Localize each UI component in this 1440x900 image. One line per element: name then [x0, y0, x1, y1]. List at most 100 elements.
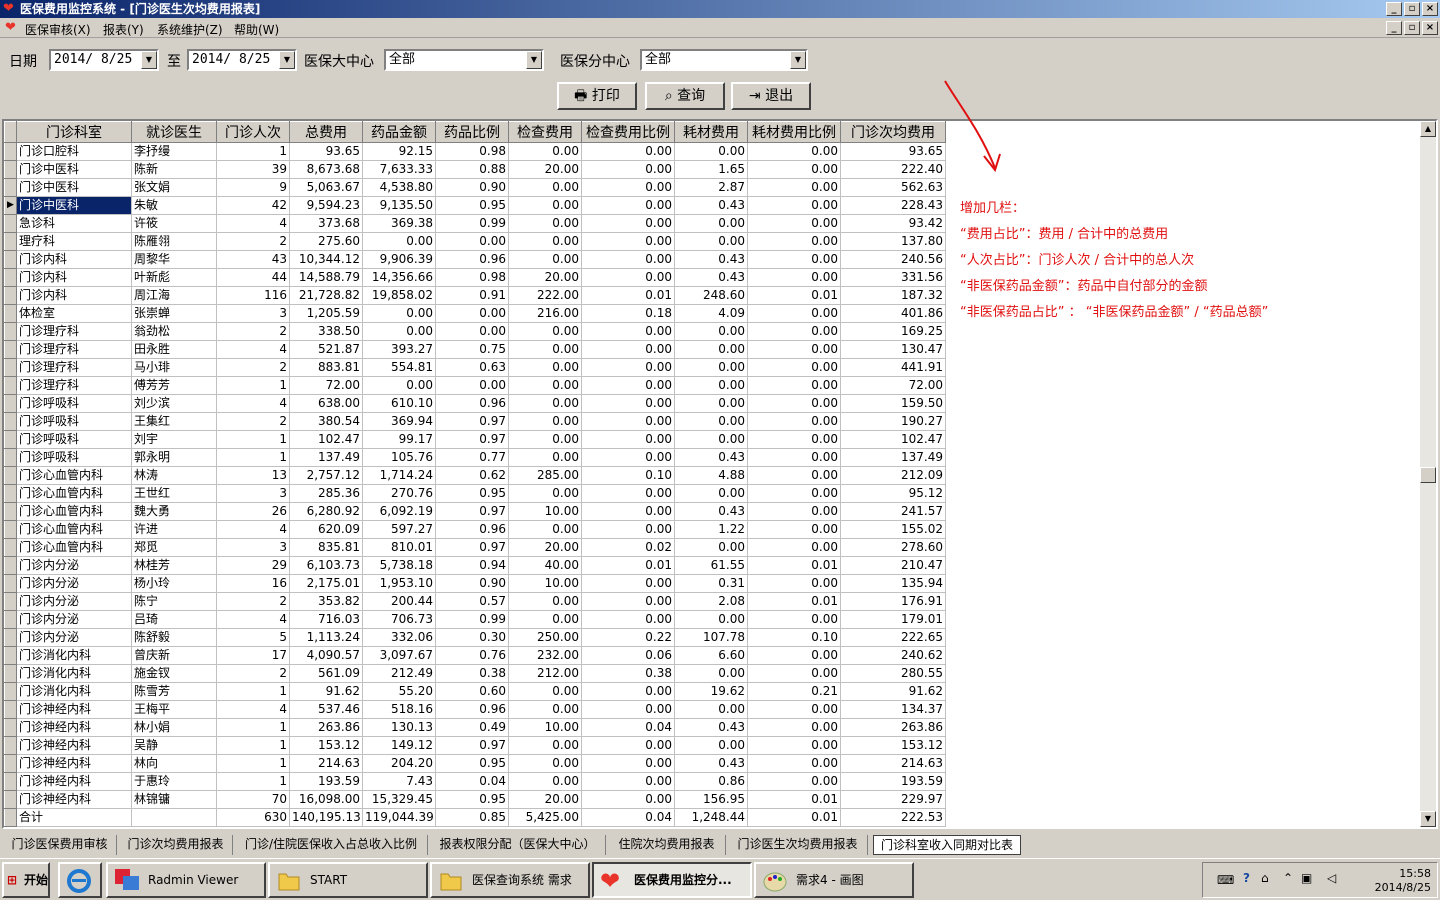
- chevron-down-icon[interactable]: ▼: [526, 51, 542, 69]
- scroll-up-icon[interactable]: ▲: [1420, 121, 1436, 137]
- table-cell[interactable]: 105.76: [362, 448, 436, 467]
- table-cell[interactable]: 0.00: [508, 412, 582, 431]
- column-header[interactable]: 药品金额: [362, 121, 436, 143]
- table-cell[interactable]: 200.44: [362, 592, 436, 611]
- child-restore-button[interactable]: ▫: [1404, 21, 1420, 35]
- table-cell[interactable]: 0.00: [747, 520, 841, 539]
- table-cell[interactable]: 0.31: [674, 574, 748, 593]
- table-cell[interactable]: 0.00: [747, 232, 841, 251]
- table-cell[interactable]: 1,248.44: [674, 808, 748, 827]
- table-cell[interactable]: 许进: [131, 520, 217, 539]
- table-cell[interactable]: 0.00: [674, 376, 748, 395]
- table-cell[interactable]: 5,063.67: [289, 178, 363, 197]
- table-cell[interactable]: 0.98: [435, 142, 509, 161]
- table-cell[interactable]: 159.50: [840, 394, 946, 413]
- table-cell[interactable]: 5,425.00: [508, 808, 582, 827]
- table-cell[interactable]: 190.27: [840, 412, 946, 431]
- table-cell[interactable]: 0.00: [581, 214, 675, 233]
- table-cell[interactable]: 2.08: [674, 592, 748, 611]
- table-cell[interactable]: 门诊内科: [16, 268, 132, 287]
- table-cell[interactable]: 61.55: [674, 556, 748, 575]
- table-cell[interactable]: 0.00: [581, 754, 675, 773]
- menu-system[interactable]: 系统维护(Z): [157, 21, 223, 38]
- table-cell[interactable]: 门诊内科: [16, 250, 132, 269]
- column-header[interactable]: 门诊次均费用: [840, 121, 946, 143]
- table-cell[interactable]: 278.60: [840, 538, 946, 557]
- table-cell[interactable]: 6,280.92: [289, 502, 363, 521]
- keyboard-icon[interactable]: ⌨: [1217, 873, 1234, 887]
- table-cell[interactable]: 门诊神经内科: [16, 718, 132, 737]
- table-row[interactable]: 门诊中医科 张文娟 9 5,063.67 4,538.80 0.90 0.00 0.00 2.8…: [4, 178, 946, 197]
- table-cell[interactable]: 门诊内分泌: [16, 628, 132, 647]
- table-cell[interactable]: 518.16: [362, 700, 436, 719]
- table-cell[interactable]: 0.00: [747, 538, 841, 557]
- table-cell[interactable]: 204.20: [362, 754, 436, 773]
- table-row[interactable]: 门诊神经内科 林小娟 1 263.86 130.13 0.49 10.00 0.04 0.43 0…: [4, 718, 946, 737]
- table-cell[interactable]: 222.00: [508, 286, 582, 305]
- table-cell[interactable]: 0.00: [581, 682, 675, 701]
- tab-inpatient-avg[interactable]: 住院次均费用报表: [608, 835, 726, 855]
- table-cell[interactable]: 1: [216, 754, 290, 773]
- table-cell[interactable]: 0.30: [435, 628, 509, 647]
- table-cell[interactable]: 9,135.50: [362, 196, 436, 215]
- table-row[interactable]: 门诊呼吸科 王集红 2 380.54 369.94 0.97 0.00 0.00 0.00 0.0…: [4, 412, 946, 431]
- table-cell[interactable]: 537.46: [289, 700, 363, 719]
- table-cell[interactable]: 7.43: [362, 772, 436, 791]
- table-cell[interactable]: 0.00: [508, 772, 582, 791]
- table-cell[interactable]: 1: [216, 772, 290, 791]
- table-cell[interactable]: 0.38: [435, 664, 509, 683]
- table-cell[interactable]: 0.00: [674, 214, 748, 233]
- table-cell[interactable]: 林向: [131, 754, 217, 773]
- table-cell[interactable]: 1: [216, 376, 290, 395]
- table-cell[interactable]: 263.86: [840, 718, 946, 737]
- table-cell[interactable]: 0.57: [435, 592, 509, 611]
- table-cell[interactable]: 169.25: [840, 322, 946, 341]
- table-cell[interactable]: 6.60: [674, 646, 748, 665]
- table-cell[interactable]: 42: [216, 196, 290, 215]
- table-cell[interactable]: 郑觅: [131, 538, 217, 557]
- tab-outpatient-avg[interactable]: 门诊次均费用报表: [119, 835, 233, 855]
- table-cell[interactable]: 176.91: [840, 592, 946, 611]
- table-cell[interactable]: 0.00: [508, 736, 582, 755]
- table-cell[interactable]: 0.00: [747, 664, 841, 683]
- table-row[interactable]: 门诊神经内科 林向 1 214.63 204.20 0.95 0.00 0.00 0.43 0.0…: [4, 754, 946, 773]
- table-cell[interactable]: 135.94: [840, 574, 946, 593]
- table-cell[interactable]: 0.94: [435, 556, 509, 575]
- chevron-down-icon[interactable]: ▼: [279, 51, 295, 69]
- table-cell[interactable]: 门诊内分泌: [16, 574, 132, 593]
- table-cell[interactable]: 0.97: [435, 538, 509, 557]
- table-cell[interactable]: 369.94: [362, 412, 436, 431]
- table-cell[interactable]: 0.00: [674, 430, 748, 449]
- table-cell[interactable]: 0.00: [508, 430, 582, 449]
- table-cell[interactable]: 4: [216, 700, 290, 719]
- table-cell[interactable]: 0.00: [435, 322, 509, 341]
- table-row[interactable]: 理疗科 陈雁翎 2 275.60 0.00 0.00 0.00 0.00 0.00 0.00 137…: [4, 232, 946, 251]
- table-cell[interactable]: 91.62: [289, 682, 363, 701]
- table-cell[interactable]: 17: [216, 646, 290, 665]
- table-cell[interactable]: 0.43: [674, 196, 748, 215]
- table-cell[interactable]: 0.00: [508, 232, 582, 251]
- table-cell[interactable]: 3: [216, 538, 290, 557]
- table-cell[interactable]: 6,103.73: [289, 556, 363, 575]
- table-cell[interactable]: 20.00: [508, 268, 582, 287]
- table-cell[interactable]: 119,044.39: [362, 808, 436, 827]
- table-cell[interactable]: 门诊理疗科: [16, 376, 132, 395]
- table-cell[interactable]: 0.10: [581, 466, 675, 485]
- table-cell[interactable]: 521.87: [289, 340, 363, 359]
- table-cell[interactable]: 1: [216, 736, 290, 755]
- table-cell[interactable]: 130.47: [840, 340, 946, 359]
- table-cell[interactable]: 1,953.10: [362, 574, 436, 593]
- table-cell[interactable]: 门诊内分泌: [16, 592, 132, 611]
- table-cell[interactable]: 134.37: [840, 700, 946, 719]
- table-cell[interactable]: 0.00: [581, 322, 675, 341]
- table-cell[interactable]: 0.00: [674, 142, 748, 161]
- table-cell[interactable]: 0.00: [747, 304, 841, 323]
- table-cell[interactable]: 0.00: [581, 484, 675, 503]
- table-cell[interactable]: 急诊科: [16, 214, 132, 233]
- table-cell[interactable]: 0.60: [435, 682, 509, 701]
- sub-center-select[interactable]: 全部 ▼: [640, 49, 808, 71]
- table-cell[interactable]: 0.00: [747, 484, 841, 503]
- table-cell[interactable]: 傅芳芳: [131, 376, 217, 395]
- table-row[interactable]: 门诊神经内科 于惠玲 1 193.59 7.43 0.04 0.00 0.00 0.86 0.00…: [4, 772, 946, 791]
- table-cell[interactable]: 0.43: [674, 268, 748, 287]
